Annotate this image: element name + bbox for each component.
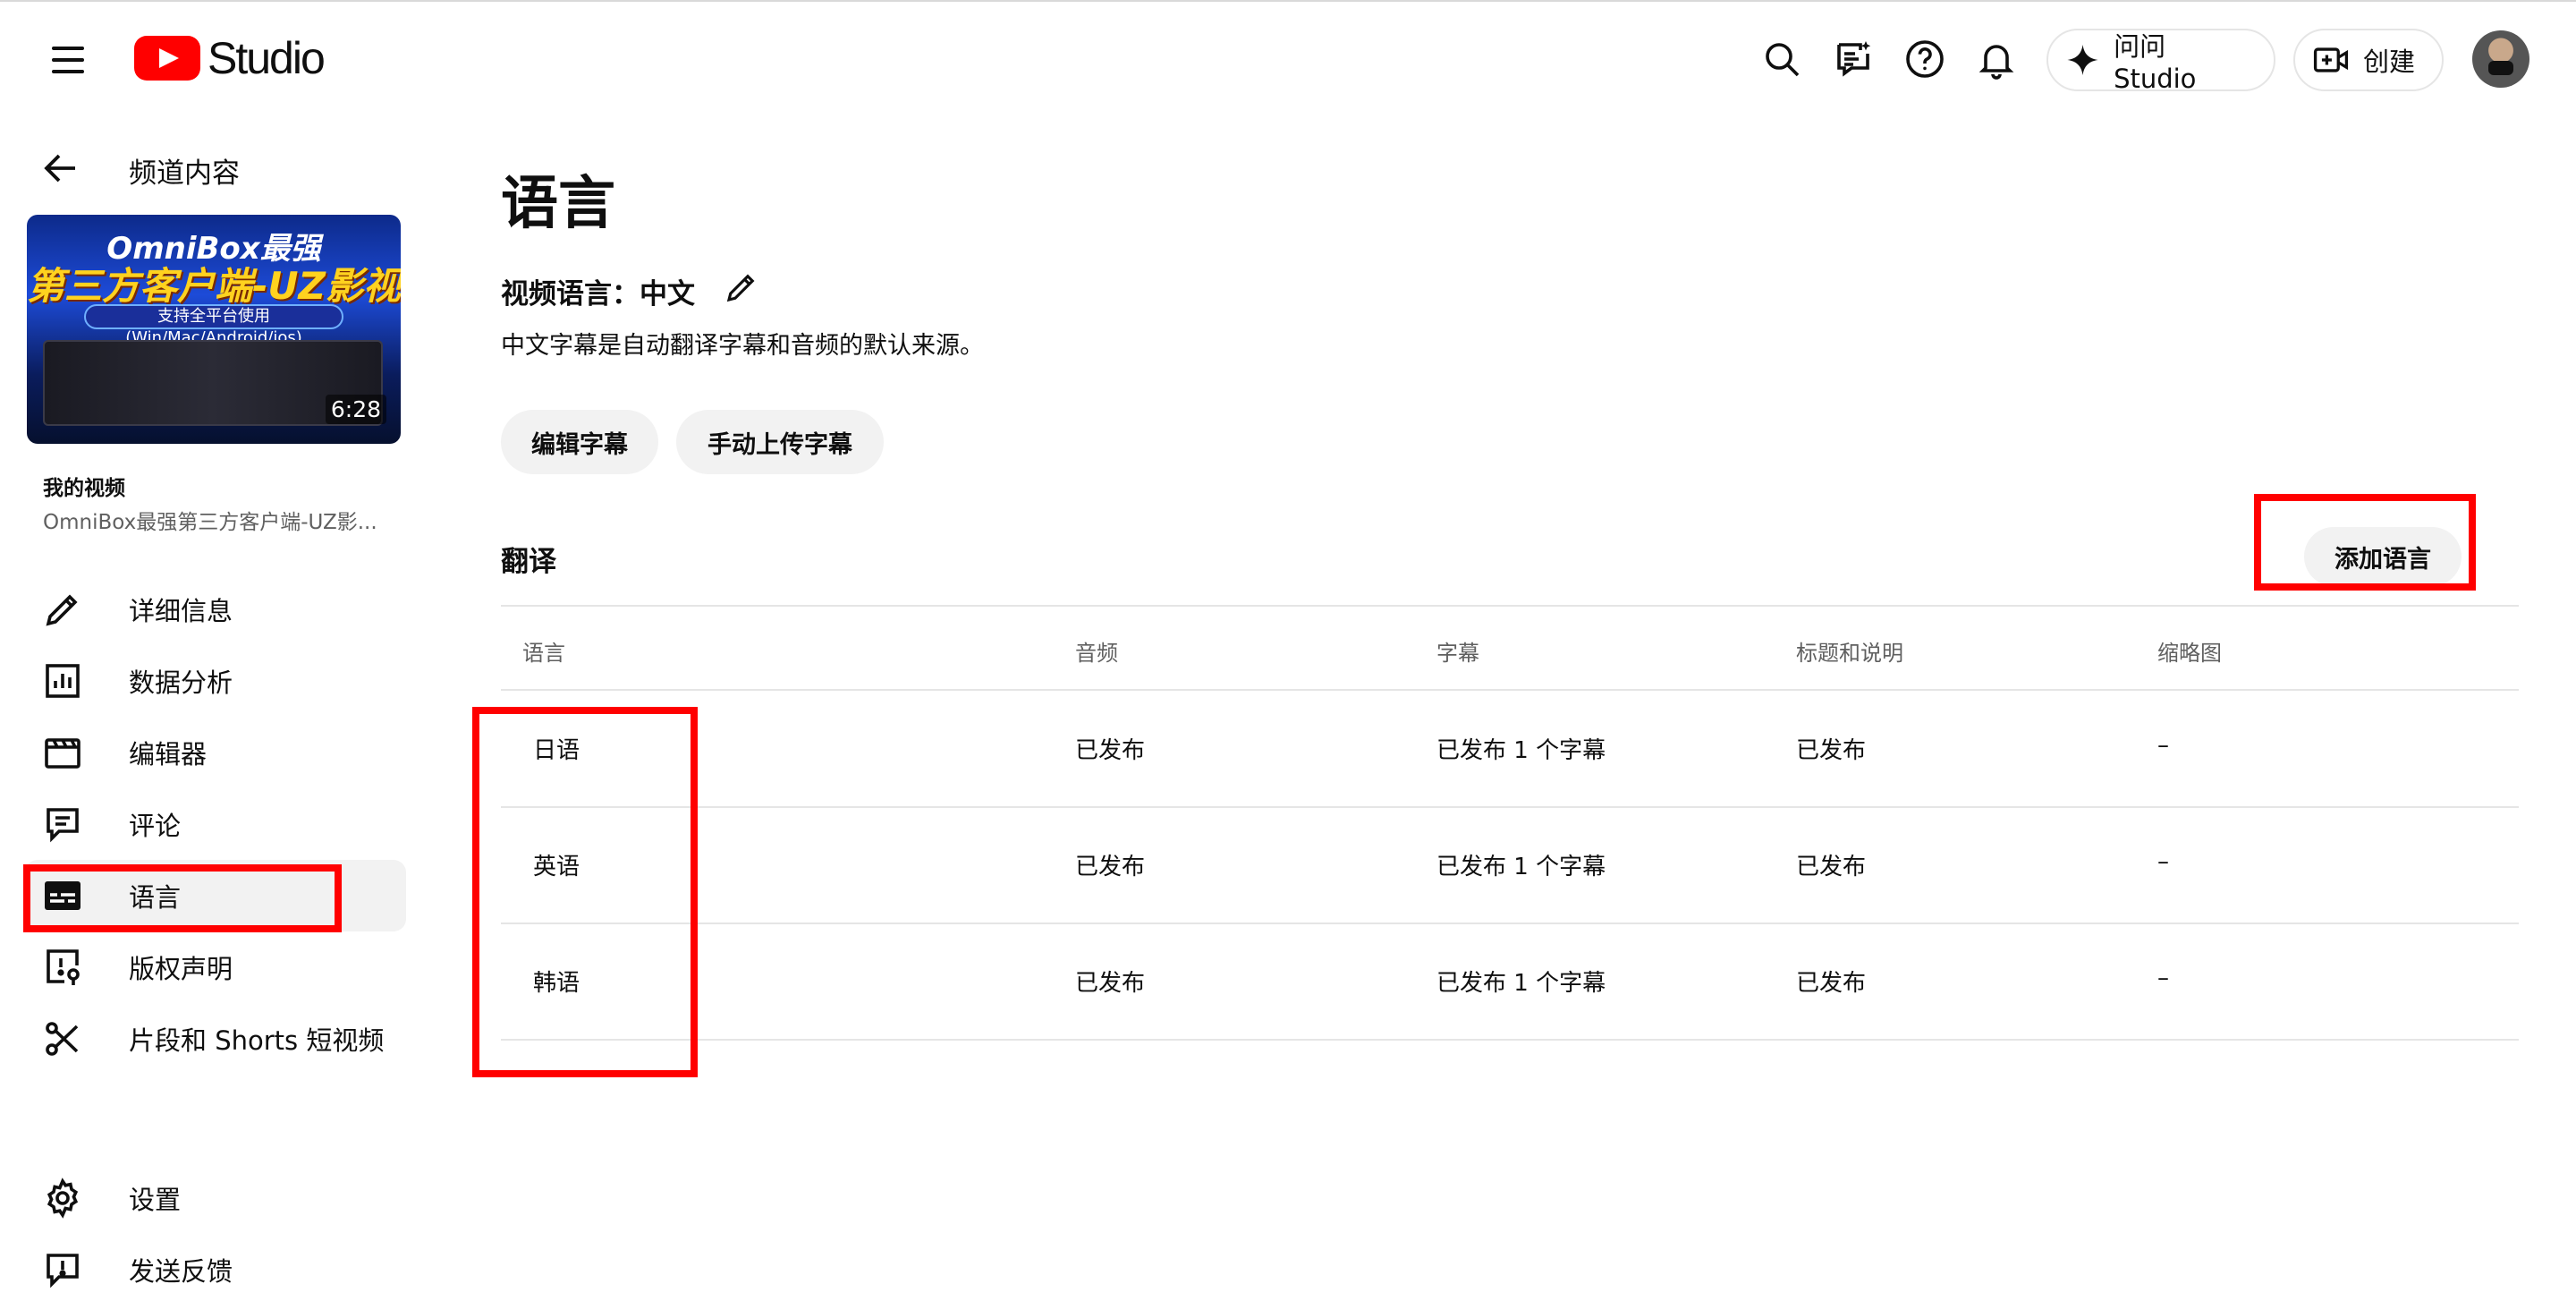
nav-editor-label: 编辑器 <box>129 739 208 770</box>
nav-comments[interactable]: 评论 <box>25 788 406 860</box>
analytics-icon <box>41 659 84 702</box>
nav-settings-label: 设置 <box>129 1185 182 1215</box>
copyright-claim-icon <box>41 946 84 989</box>
col-language: 语言 <box>522 641 565 666</box>
col-subtitles: 字幕 <box>1436 641 1479 666</box>
sidebar: 频道内容 OmniBox最强 第三方客户端-UZ影视 支持全平台使用(Win/M… <box>0 115 420 1301</box>
nav-feedback[interactable]: 发送反馈 <box>25 1234 406 1301</box>
page-title: 语言 <box>501 171 615 237</box>
nav-copyright[interactable]: 版权声明 <box>25 931 406 1003</box>
channel-content-link[interactable]: 频道内容 <box>129 150 240 191</box>
help-icon[interactable] <box>1900 34 1950 84</box>
row-thumbnail[interactable]: – <box>2157 732 2169 759</box>
top-header: Studio 问问 Studio 创建 <box>0 2 2576 115</box>
annotation-box-add-language <box>2254 494 2476 591</box>
feedback-icon <box>41 1248 84 1291</box>
row-subtitles[interactable]: 已发布 1 个字幕 <box>1436 965 1606 998</box>
video-duration: 6:28 <box>325 395 386 424</box>
ai-comments-icon[interactable] <box>1828 34 1878 84</box>
row-thumbnail[interactable]: – <box>2157 848 2169 875</box>
nav-editor[interactable]: 编辑器 <box>25 717 406 788</box>
row-audio[interactable]: 已发布 <box>1075 732 1145 765</box>
nav-details[interactable]: 详细信息 <box>25 574 406 645</box>
annotation-box-languages-nav <box>23 864 342 932</box>
pencil-icon <box>41 588 84 631</box>
scissors-icon <box>41 1017 84 1060</box>
ask-studio-label: 问问 Studio <box>2114 31 2197 94</box>
nav-feedback-label: 发送反馈 <box>129 1256 233 1287</box>
row-divider <box>501 923 2519 924</box>
row-divider <box>501 1039 2519 1041</box>
nav-analytics[interactable]: 数据分析 <box>25 645 406 717</box>
language-description: 中文字幕是自动翻译字幕和音频的默认来源。 <box>501 332 984 360</box>
nav-settings[interactable]: 设置 <box>25 1162 406 1234</box>
translations-heading: 翻译 <box>501 546 556 578</box>
row-audio[interactable]: 已发布 <box>1075 848 1145 881</box>
row-subtitles[interactable]: 已发布 1 个字幕 <box>1436 848 1606 881</box>
nav-details-label: 详细信息 <box>129 596 233 626</box>
menu-icon[interactable] <box>41 38 95 82</box>
back-arrow-icon[interactable] <box>39 147 82 190</box>
video-add-icon <box>2313 47 2349 72</box>
nav-clips-shorts[interactable]: 片段和 Shorts 短视频 <box>25 1003 406 1075</box>
nav-comments-label: 评论 <box>129 811 182 841</box>
row-title-description[interactable]: 已发布 <box>1796 848 1866 881</box>
row-title-description[interactable]: 已发布 <box>1796 732 1866 765</box>
col-thumbnail: 缩略图 <box>2157 641 2222 666</box>
video-title: OmniBox最强第三方客户端-UZ影... <box>43 511 377 534</box>
row-title-description[interactable]: 已发布 <box>1796 965 1866 998</box>
edit-language-icon[interactable] <box>723 268 760 306</box>
video-thumbnail[interactable]: OmniBox最强 第三方客户端-UZ影视 支持全平台使用(Win/Mac/An… <box>27 215 401 444</box>
app-name: Studio <box>208 33 326 83</box>
my-video-heading: 我的视频 <box>43 477 125 500</box>
ask-studio-button[interactable]: 问问 Studio <box>2046 29 2275 94</box>
clapperboard-icon <box>41 731 84 774</box>
nav-copyright-label: 版权声明 <box>129 954 233 984</box>
thumbnail-line3: 支持全平台使用(Win/Mac/Android/ios) <box>84 304 343 347</box>
edit-subtitles-button[interactable]: 编辑字幕 <box>501 410 658 474</box>
nav-clips-shorts-label: 片段和 Shorts 短视频 <box>129 1025 385 1056</box>
col-audio: 音频 <box>1075 641 1118 666</box>
header-divider <box>501 689 2519 691</box>
sparkle-icon <box>2067 44 2098 76</box>
create-button[interactable]: 创建 <box>2293 29 2444 91</box>
upload-subtitles-button[interactable]: 手动上传字幕 <box>676 410 884 474</box>
video-language: 视频语言：中文 <box>501 278 695 310</box>
thumbnail-line2: 第三方客户端-UZ影视 <box>27 264 401 308</box>
youtube-play-icon <box>134 36 200 81</box>
col-title-description: 标题和说明 <box>1796 641 1903 666</box>
row-audio[interactable]: 已发布 <box>1075 965 1145 998</box>
account-avatar[interactable] <box>2472 30 2529 88</box>
annotation-box-language-column <box>472 707 698 1077</box>
nav-analytics-label: 数据分析 <box>129 668 233 698</box>
studio-logo[interactable]: Studio <box>134 32 326 84</box>
row-subtitles[interactable]: 已发布 1 个字幕 <box>1436 732 1606 765</box>
bell-icon[interactable] <box>1971 34 2021 84</box>
table-top-divider <box>501 605 2519 607</box>
search-icon[interactable] <box>1757 34 1807 84</box>
row-divider <box>501 806 2519 808</box>
comment-icon <box>41 803 84 846</box>
gear-icon <box>41 1177 84 1220</box>
row-thumbnail[interactable]: – <box>2157 965 2169 991</box>
create-label: 创建 <box>2363 47 2416 77</box>
